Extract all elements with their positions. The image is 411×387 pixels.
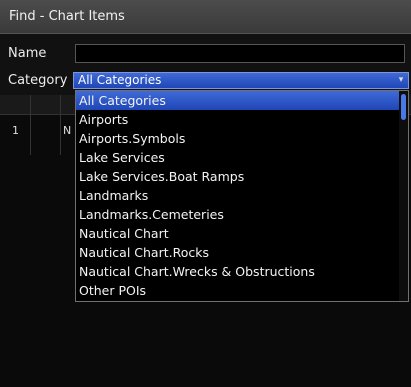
category-select-value: All Categories <box>78 73 162 87</box>
title-bar: Find - Chart Items <box>0 0 411 34</box>
category-option-all-categories[interactable]: All Categories <box>76 91 399 110</box>
category-option-lake-services[interactable]: Lake Services <box>76 148 399 167</box>
grid-divider <box>30 95 31 155</box>
category-dropdown-list[interactable]: All Categories Airports Airports.Symbols… <box>75 90 409 302</box>
category-label: Category <box>8 73 68 88</box>
dropdown-scrollbar[interactable] <box>399 91 408 301</box>
category-option-landmarks-cemeteries[interactable]: Landmarks.Cemeteries <box>76 205 399 224</box>
result-row-name[interactable]: N <box>63 124 71 137</box>
category-option-airports[interactable]: Airports <box>76 110 399 129</box>
category-option-other-pois[interactable]: Other POIs <box>76 281 399 300</box>
window-title: Find - Chart Items <box>9 9 125 24</box>
category-option-nautical-chart-rocks[interactable]: Nautical Chart.Rocks <box>76 243 399 262</box>
category-option-landmarks[interactable]: Landmarks <box>76 186 399 205</box>
category-option-lake-services-boat-ramps[interactable]: Lake Services.Boat Ramps <box>76 167 399 186</box>
chevron-down-icon[interactable]: ▾ <box>396 73 406 88</box>
find-chart-items-window: Find - Chart Items Name Category All Cat… <box>0 0 411 387</box>
scrollbar-thumb[interactable] <box>401 94 406 120</box>
category-option-nautical-chart-wrecks-obstructions[interactable]: Nautical Chart.Wrecks & Obstructions <box>76 262 399 281</box>
category-select[interactable]: All Categories ▾ <box>73 72 409 89</box>
grid-divider <box>60 95 61 155</box>
result-row-index[interactable]: 1 <box>12 124 19 137</box>
name-label: Name <box>8 46 47 61</box>
category-option-nautical-chart[interactable]: Nautical Chart <box>76 224 399 243</box>
category-option-airports-symbols[interactable]: Airports.Symbols <box>76 129 399 148</box>
name-input[interactable] <box>75 44 405 63</box>
